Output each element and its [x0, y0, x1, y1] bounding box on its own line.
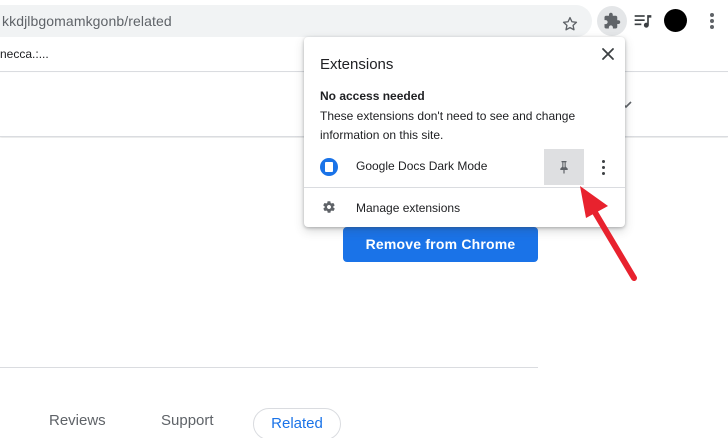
puzzle-icon [604, 12, 621, 29]
menu-dot-icon [710, 25, 714, 29]
annotation-arrow-icon [580, 186, 637, 281]
extension-more-button[interactable] [594, 155, 614, 179]
tab-support[interactable]: Support [161, 412, 214, 429]
profile-avatar[interactable] [664, 9, 687, 32]
more-dot-icon [602, 160, 605, 163]
url-text[interactable]: kkdjlbgomamkgonb/related [2, 13, 172, 29]
extension-name[interactable]: Google Docs Dark Mode [356, 159, 487, 173]
content-divider [0, 367, 538, 368]
browser-toolbar: kkdjlbgomamkgonb/related [0, 0, 728, 42]
browser-menu-button[interactable] [697, 6, 727, 36]
media-playlist-icon[interactable] [633, 11, 653, 31]
bookmark-star-icon[interactable] [561, 15, 579, 33]
section-description: These extensions don't need to see and c… [320, 109, 576, 142]
tab-related[interactable]: Related [253, 408, 341, 438]
section-heading: No access needed [320, 89, 425, 103]
popup-title: Extensions [320, 56, 394, 73]
manage-extensions-label[interactable]: Manage extensions [356, 201, 460, 215]
bookmark-item[interactable]: necca.:... [0, 47, 49, 61]
more-dot-icon [602, 166, 605, 169]
menu-dot-icon [710, 13, 714, 17]
pin-icon [560, 161, 568, 174]
remove-from-chrome-button[interactable]: Remove from Chrome [343, 227, 538, 262]
more-dot-icon [602, 172, 605, 175]
menu-dot-icon [710, 19, 714, 23]
extensions-puzzle-button[interactable] [597, 6, 627, 36]
address-bar[interactable]: kkdjlbgomamkgonb/related [0, 5, 592, 37]
tab-reviews[interactable]: Reviews [49, 412, 106, 429]
google-docs-icon [320, 158, 338, 176]
close-icon[interactable] [597, 43, 619, 65]
gear-icon [323, 201, 335, 213]
